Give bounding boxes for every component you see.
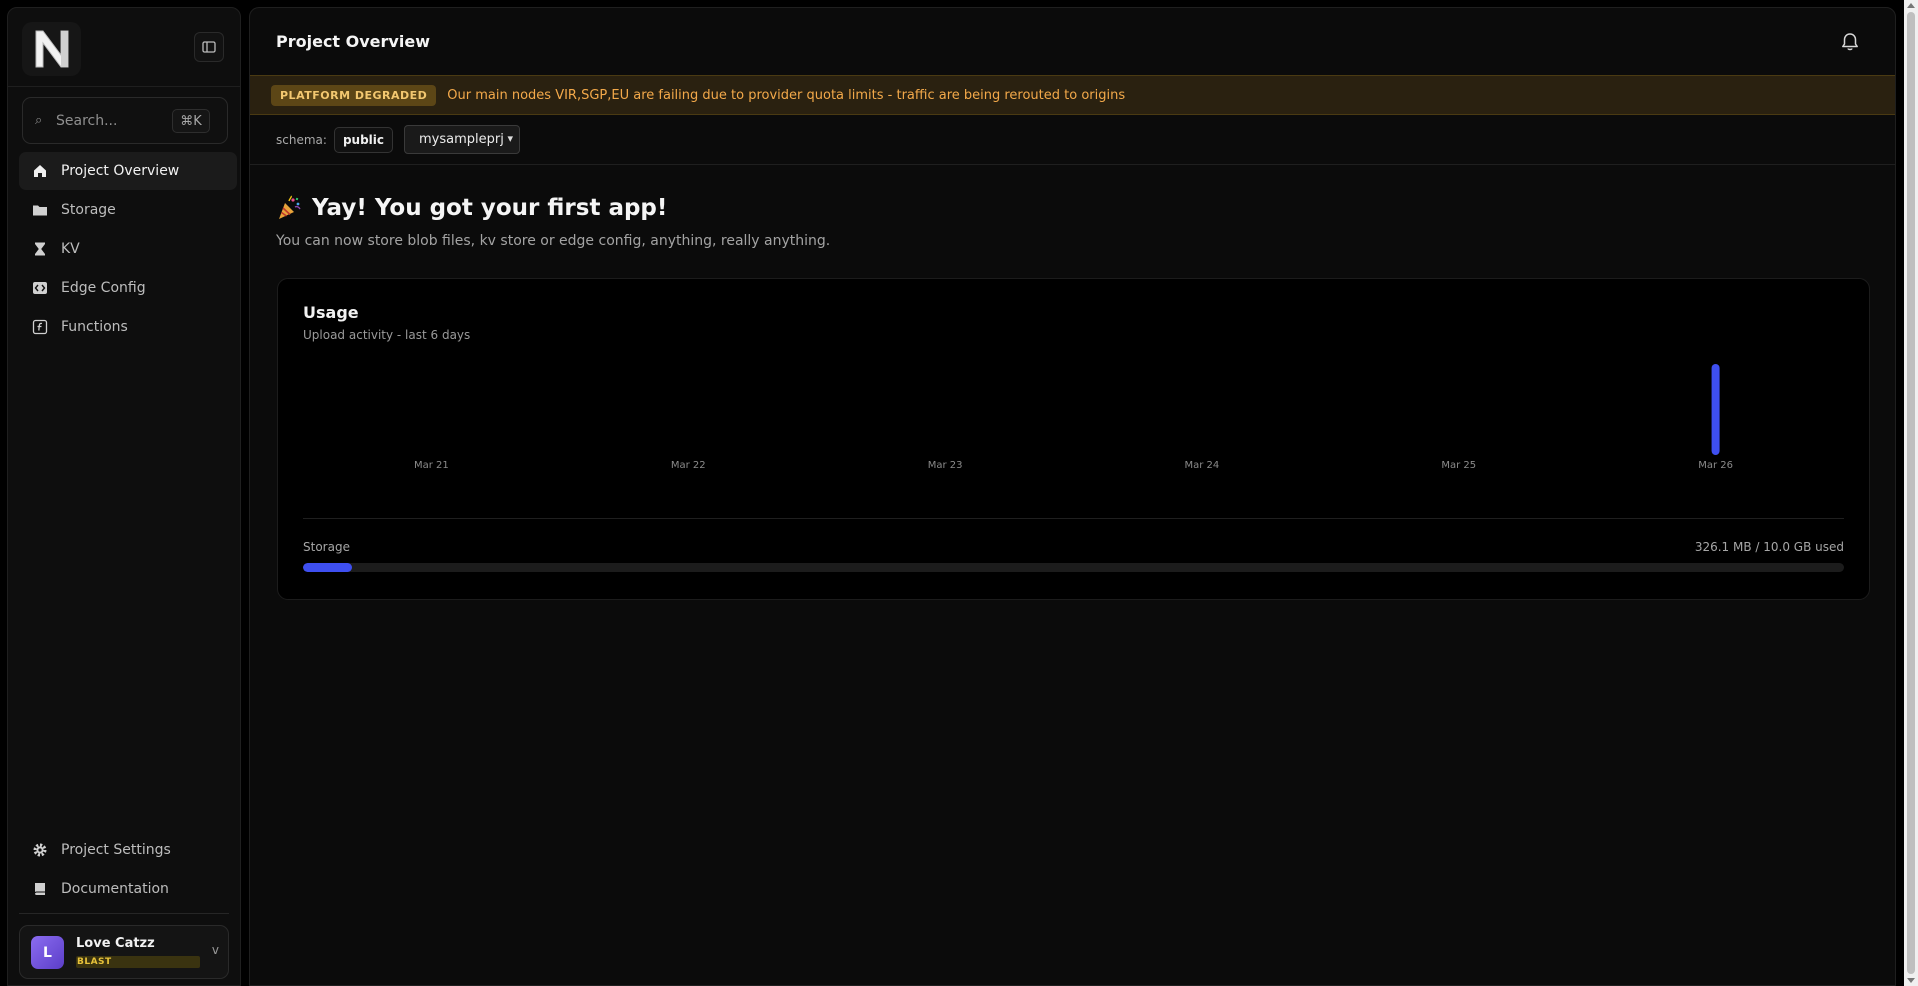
hero-title: Yay! You got your first app! [276,195,667,221]
sidebar-item-label: KV [61,241,80,257]
x-tick-label: Mar 26 [1698,460,1733,469]
project-select[interactable]: mysampleprj ▾ [404,125,520,154]
page-scrollbar[interactable] [1904,0,1918,986]
gear-icon [32,842,48,858]
app-logo[interactable] [22,22,81,76]
sidebar-item-label: Storage [61,202,116,218]
usage-card: Usage Upload activity - last 6 days Mar … [277,278,1870,600]
hero-title-text: Yay! You got your first app! [312,195,668,221]
x-tick-label: Mar 23 [928,460,963,469]
storage-progress-fill [303,563,353,572]
sidebar-item-documentation[interactable]: Documentation [19,870,237,908]
search-shortcut: ⌘K [172,109,210,133]
search-input[interactable]: ⌕ Search... ⌘K [22,97,228,144]
sidebar-item-project-settings[interactable]: Project Settings [19,831,237,869]
sidebar-toggle-icon [202,41,216,53]
sidebar-item-label: Documentation [61,881,169,897]
sidebar-nav: Project Overview Storage KV Edge Config … [19,152,237,347]
sidebar-item-storage[interactable]: Storage [19,191,237,229]
function-icon [32,319,48,335]
x-tick-label: Mar 24 [1185,460,1220,469]
scrollbar-thumb[interactable] [1907,12,1915,974]
sidebar-item-label: Project Settings [61,842,171,858]
usage-title: Usage [303,303,359,322]
chevron-down-icon: v [211,943,219,957]
usage-chart: Mar 21 Mar 22 Mar 23 Mar 24 Mar 25 Mar 26 [414,364,1733,469]
sidebar-item-label: Project Overview [61,163,180,179]
sidebar-item-label: Edge Config [61,280,146,296]
hero-subtitle: You can now store blob files, kv store o… [276,233,831,249]
storage-value: 326.1 MB / 10.0 GB used [1694,540,1844,554]
project-select-value: mysampleprj [419,132,504,147]
scroll-up-icon[interactable] [1907,3,1915,8]
topbar: Project Overview [250,8,1895,75]
code-icon [32,280,48,296]
sidebar-divider [8,86,240,87]
search-icon: ⌕ [35,113,43,128]
storage-progress-bar [303,563,1844,572]
n-logo-icon [35,30,68,68]
sidebar-item-edge-config[interactable]: Edge Config [19,269,237,307]
status-badge: PLATFORM DEGRADED [271,84,437,106]
x-tick-label: Mar 21 [414,460,449,469]
user-name: Love Catzz [76,936,155,951]
schema-bar: schema: public mysampleprj ▾ [250,115,1895,165]
x-tick-label: Mar 22 [671,460,706,469]
user-menu[interactable]: L Love Catzz BLAST v [19,925,229,979]
hourglass-icon [32,241,48,257]
sidebar: ⌕ Search... ⌘K Project Overview Storage … [7,7,241,986]
sidebar-item-project-overview[interactable]: Project Overview [19,152,237,190]
x-tick-label: Mar 25 [1441,460,1476,469]
collapse-sidebar-button[interactable] [194,32,224,62]
sidebar-item-label: Functions [61,319,128,335]
status-banner: PLATFORM DEGRADED Our main nodes VIR,SGP… [250,75,1895,115]
search-placeholder: Search... [56,112,118,129]
usage-subtitle: Upload activity - last 6 days [303,328,471,342]
sidebar-item-kv[interactable]: KV [19,230,237,268]
party-popper-icon [279,195,301,219]
sidebar-bottom-nav: Project Settings Documentation [19,831,237,909]
chart-bar [1711,364,1720,455]
card-divider [303,518,1844,519]
storage-label: Storage [303,540,350,554]
main-content: Project Overview PLATFORM DEGRADED Our m… [249,7,1896,986]
schema-chip[interactable]: public [333,126,393,153]
home-icon [32,163,48,179]
folder-icon [32,202,48,218]
bell-icon[interactable] [1839,31,1861,53]
book-icon [32,881,48,897]
sidebar-divider [19,913,229,914]
avatar: L [31,936,64,969]
page-title: Project Overview [276,32,430,51]
chevron-down-icon: ▾ [507,132,513,145]
scroll-down-icon[interactable] [1907,978,1915,983]
status-message: Our main nodes VIR,SGP,EU are failing du… [447,87,1126,103]
sidebar-item-functions[interactable]: Functions [19,308,237,346]
plan-badge: BLAST [76,956,200,968]
schema-label: schema: [276,132,327,147]
